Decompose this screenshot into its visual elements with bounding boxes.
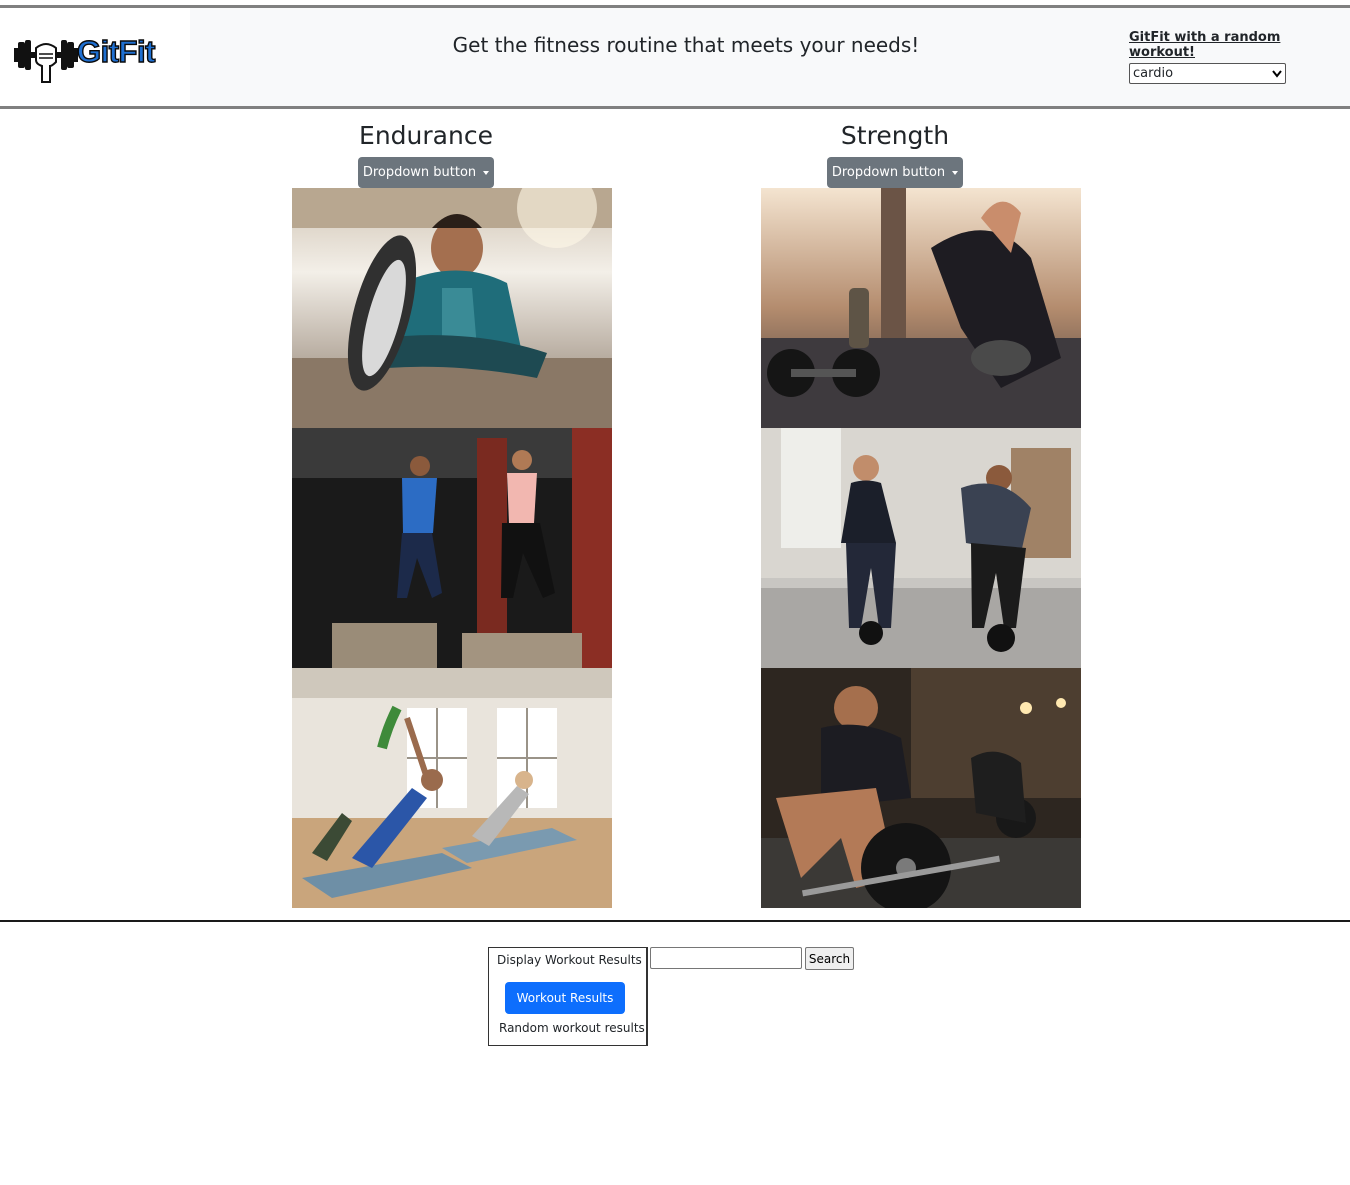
dropdown-caret-icon <box>483 170 490 175</box>
random-workout-link[interactable]: GitFit with a random workout! <box>1129 30 1350 60</box>
category-title-strength: Strength <box>840 121 950 150</box>
photo-couple-kettlebell-training <box>761 428 1081 668</box>
photo-person-stretching <box>292 188 612 428</box>
search-button[interactable]: Search <box>805 947 854 970</box>
category-title-endurance: Endurance <box>359 121 493 150</box>
logo-text: GitFit <box>76 33 156 69</box>
workout-type-select-value: cardio <box>1133 66 1174 81</box>
page-tagline: Get the fitness routine that meets your … <box>452 33 920 57</box>
dropdown-caret-icon <box>952 170 959 175</box>
random-results-note: Random workout results <box>499 1021 645 1035</box>
photo-group-side-plank-yoga <box>292 668 612 908</box>
photo-box-jump-training <box>292 428 612 668</box>
workout-results-panel: Display Workout Results Workout Results … <box>488 947 648 1046</box>
photo-woman-with-dumbbells <box>761 188 1081 428</box>
search-input[interactable] <box>650 947 802 969</box>
strength-dropdown-button[interactable]: Dropdown button <box>827 157 963 188</box>
dropdown-label: Dropdown button <box>362 165 477 180</box>
section-divider <box>0 920 1350 922</box>
photo-woman-barbell-deadlift <box>761 668 1081 908</box>
workout-results-button[interactable]: Workout Results <box>505 982 625 1014</box>
results-heading: Display Workout Results <box>497 953 642 967</box>
site-header: GitFit Get the fitness routine that meet… <box>0 5 1350 109</box>
endurance-dropdown-button[interactable]: Dropdown button <box>358 157 494 188</box>
dropdown-label: Dropdown button <box>831 165 946 180</box>
logo[interactable]: GitFit <box>0 8 190 106</box>
dumbbell-fist-logo-icon <box>14 40 78 83</box>
workout-type-select[interactable]: cardio <box>1129 63 1286 84</box>
chevron-down-icon <box>1272 69 1282 78</box>
